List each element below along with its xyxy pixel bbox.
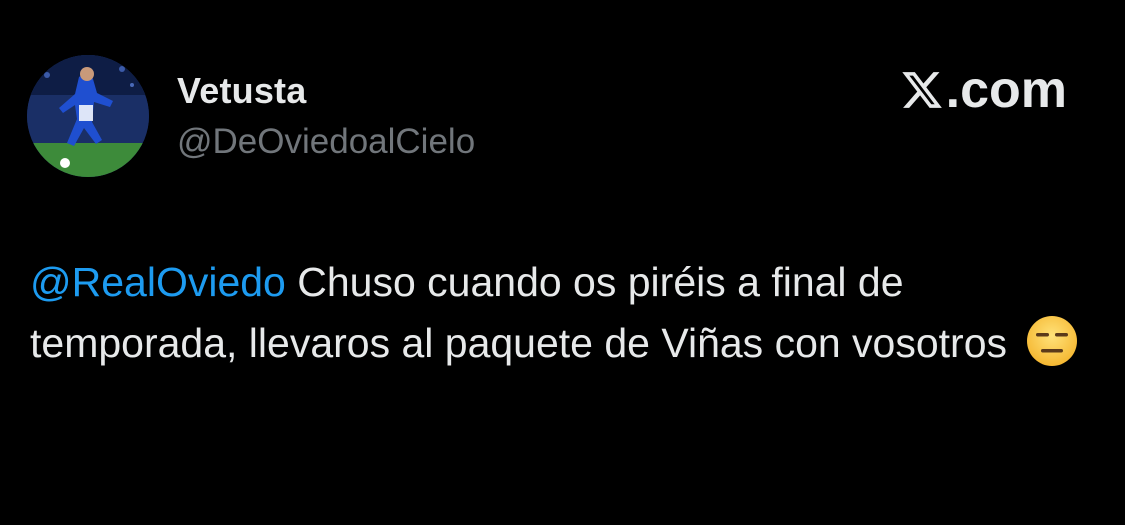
author-avatar[interactable] bbox=[27, 55, 149, 177]
author-display-name[interactable]: Vetusta bbox=[177, 70, 306, 112]
x-com-brand: .com bbox=[900, 64, 1067, 116]
x-logo-icon bbox=[901, 72, 942, 108]
brand-domain-text: .com bbox=[945, 61, 1067, 119]
tweet-body: @RealOviedo Chuso cuando os piréis a fin… bbox=[30, 252, 1100, 374]
author-handle[interactable]: @DeOviedoalCielo bbox=[177, 122, 475, 162]
expressionless-face-emoji-icon bbox=[1027, 316, 1078, 366]
mention-link[interactable]: @RealOviedo bbox=[30, 259, 286, 305]
tweet-card: Vetusta @DeOviedoalCielo .com @RealOvied… bbox=[0, 0, 1125, 525]
